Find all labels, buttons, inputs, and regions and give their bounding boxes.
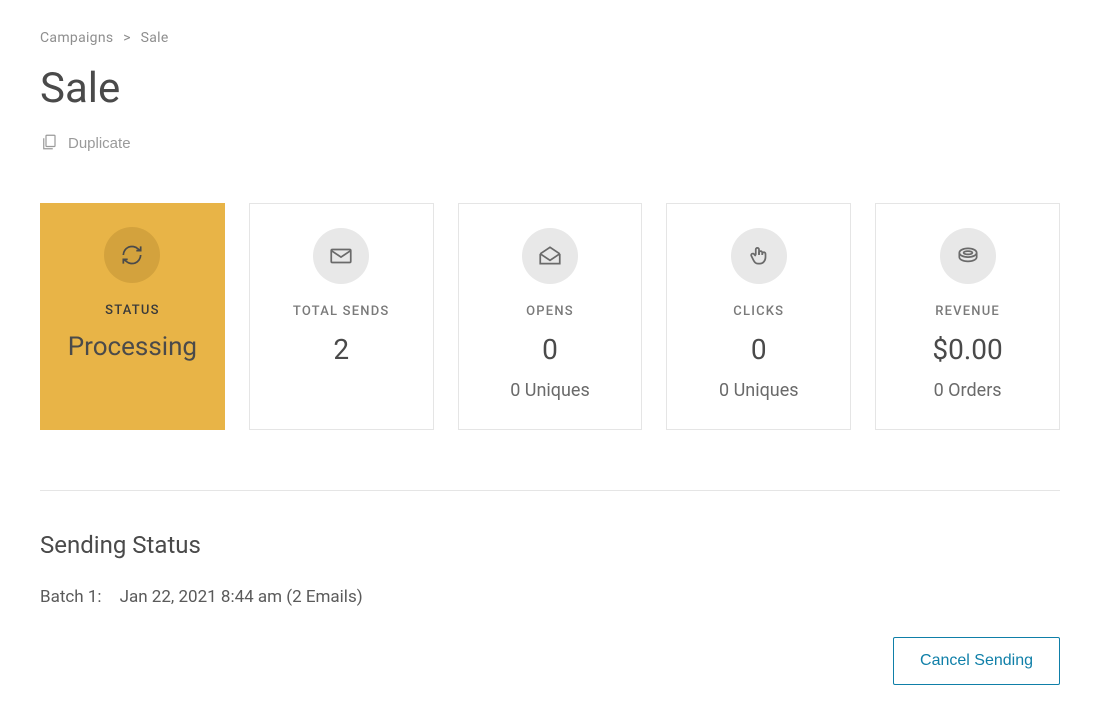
- breadcrumb: Campaigns > Sale: [40, 30, 1060, 46]
- card-clicks: CLICKS 0 0 Uniques: [666, 203, 851, 430]
- card-status: STATUS Processing: [40, 203, 225, 430]
- card-opens: OPENS 0 0 Uniques: [458, 203, 643, 430]
- card-opens-value: 0: [542, 333, 558, 366]
- duplicate-icon: [40, 133, 58, 153]
- card-revenue-subvalue: 0 Orders: [934, 380, 1002, 401]
- card-clicks-subvalue: 0 Uniques: [719, 380, 799, 401]
- card-revenue-value: $0.00: [932, 333, 1002, 366]
- page-title: Sale: [40, 64, 1060, 113]
- batch-label: Batch 1:: [40, 587, 102, 607]
- divider: [40, 490, 1060, 491]
- card-status-value: Processing: [68, 332, 197, 362]
- card-opens-subvalue: 0 Uniques: [510, 380, 590, 401]
- card-opens-label: OPENS: [526, 304, 574, 319]
- breadcrumb-parent[interactable]: Campaigns: [40, 30, 113, 46]
- duplicate-label: Duplicate: [68, 135, 131, 152]
- card-total-sends: TOTAL SENDS 2: [249, 203, 434, 430]
- stats-cards: STATUS Processing TOTAL SENDS 2 OPENS 0 …: [40, 203, 1060, 430]
- batch-detail: Jan 22, 2021 8:44 am (2 Emails): [120, 587, 363, 607]
- envelope-open-icon: [522, 228, 578, 284]
- cancel-sending-button[interactable]: Cancel Sending: [893, 637, 1060, 685]
- pointer-icon: [731, 228, 787, 284]
- card-status-label: STATUS: [105, 303, 160, 318]
- breadcrumb-current: Sale: [141, 30, 169, 46]
- card-revenue: REVENUE $0.00 0 Orders: [875, 203, 1060, 430]
- envelope-icon: [313, 228, 369, 284]
- card-clicks-value: 0: [751, 333, 767, 366]
- card-sends-label: TOTAL SENDS: [293, 304, 390, 319]
- refresh-icon: [104, 227, 160, 283]
- card-revenue-label: REVENUE: [935, 304, 1000, 319]
- card-clicks-label: CLICKS: [733, 304, 784, 319]
- breadcrumb-separator: >: [123, 30, 131, 46]
- batch-row: Batch 1: Jan 22, 2021 8:44 am (2 Emails): [40, 587, 1060, 607]
- sending-status-title: Sending Status: [40, 531, 1060, 559]
- duplicate-button[interactable]: Duplicate: [40, 133, 131, 153]
- card-sends-value: 2: [333, 333, 349, 366]
- coin-icon: [940, 228, 996, 284]
